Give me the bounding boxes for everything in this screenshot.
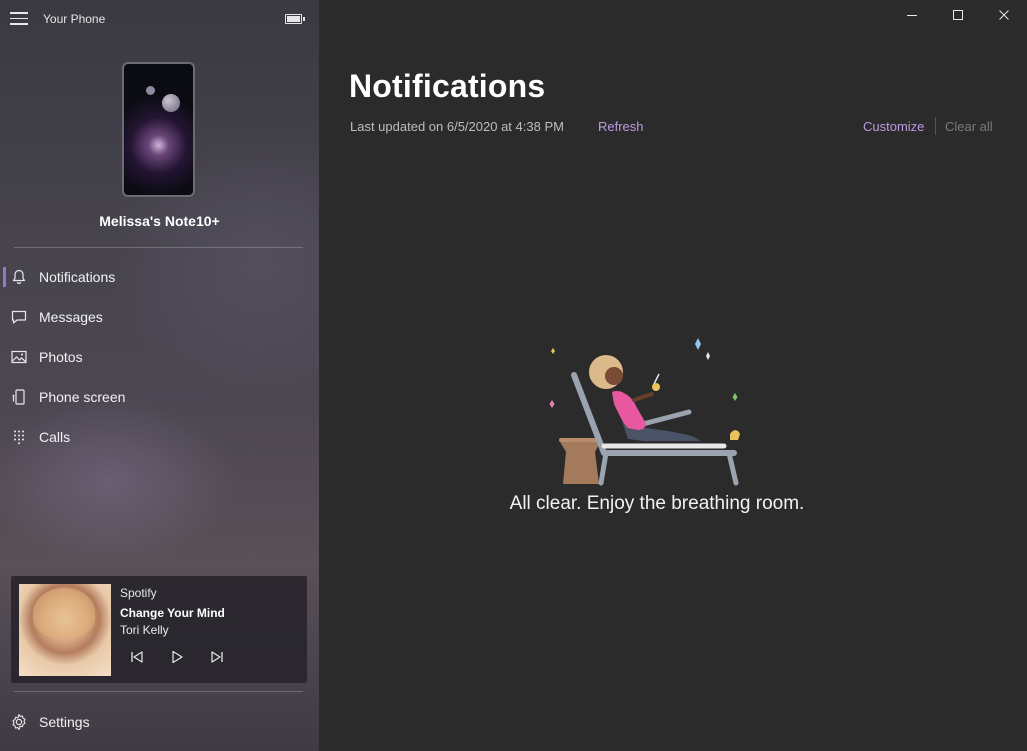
next-track-icon[interactable] <box>207 648 227 666</box>
sidebar-divider <box>14 247 303 248</box>
phone-wallpaper-preview[interactable] <box>122 62 195 197</box>
sidebar-item-label: Messages <box>39 309 103 325</box>
last-updated-text: Last updated on 6/5/2020 at 4:38 PM <box>350 119 564 134</box>
sidebar-item-label: Phone screen <box>39 389 126 405</box>
page-title: Notifications <box>349 68 546 104</box>
album-art[interactable] <box>19 584 111 676</box>
photos-icon <box>10 348 28 366</box>
main-content: Notifications Last updated on 6/5/2020 a… <box>319 0 1027 751</box>
refresh-link[interactable]: Refresh <box>598 119 644 134</box>
customize-link[interactable]: Customize <box>863 119 924 134</box>
gear-icon <box>10 713 28 731</box>
phone-screen-icon <box>10 388 28 406</box>
close-icon[interactable] <box>995 6 1013 24</box>
previous-track-icon[interactable] <box>127 648 147 666</box>
maximize-icon[interactable] <box>949 6 967 24</box>
app-title: Your Phone <box>43 12 106 26</box>
settings-label: Settings <box>39 714 90 730</box>
sidebar-divider <box>14 691 303 692</box>
sidebar-item-settings[interactable]: Settings <box>0 705 319 741</box>
sidebar-item-messages[interactable]: Messages <box>0 299 319 335</box>
sidebar-item-calls[interactable]: Calls <box>0 419 319 455</box>
clear-all-link[interactable]: Clear all <box>945 119 993 134</box>
sidebar-item-label: Photos <box>39 349 83 365</box>
media-track-title: Change Your Mind <box>120 606 225 620</box>
media-player-card: Spotify Change Your Mind Tori Kelly <box>11 576 307 683</box>
sidebar-item-label: Calls <box>39 429 71 445</box>
message-icon <box>10 308 28 326</box>
empty-state-message: All clear. Enjoy the breathing room. <box>509 493 805 514</box>
minimize-icon[interactable] <box>903 6 921 24</box>
media-source: Spotify <box>120 586 157 600</box>
sidebar-item-label: Notifications <box>39 269 116 285</box>
hamburger-menu-icon[interactable] <box>10 12 28 26</box>
link-separator <box>935 117 936 135</box>
bell-icon <box>10 268 28 286</box>
sidebar-item-notifications[interactable]: Notifications <box>0 259 319 295</box>
active-indicator <box>3 267 6 287</box>
device-name: Melissa's Note10+ <box>99 213 220 229</box>
battery-icon <box>285 14 305 24</box>
play-icon[interactable] <box>167 648 187 666</box>
sidebar: Your Phone Melissa's Note10+ Notificatio… <box>0 0 319 751</box>
dialpad-icon <box>10 428 28 446</box>
relaxing-person-illustration <box>549 338 740 486</box>
media-artist: Tori Kelly <box>120 623 169 637</box>
sidebar-item-phone-screen[interactable]: Phone screen <box>0 379 319 415</box>
sidebar-item-photos[interactable]: Photos <box>0 339 319 375</box>
